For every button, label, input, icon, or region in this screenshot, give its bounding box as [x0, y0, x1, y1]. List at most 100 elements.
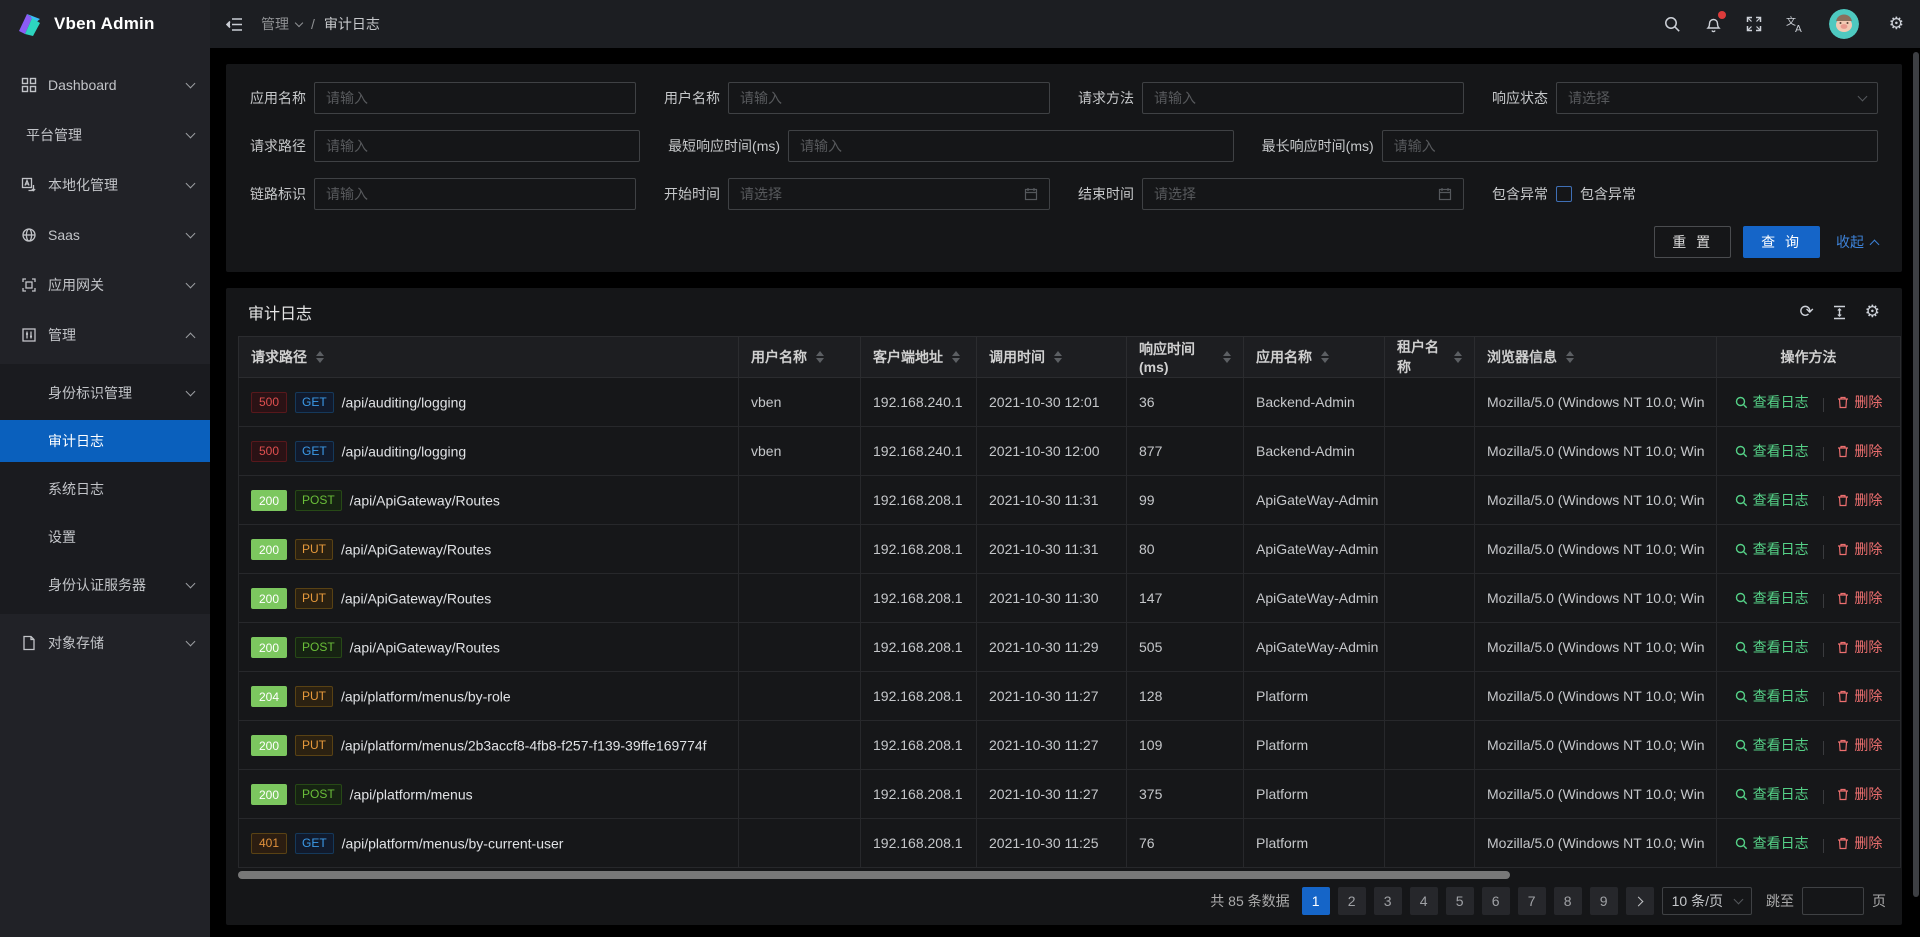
delete-button[interactable]: 删除 — [1837, 588, 1882, 608]
next-page-button[interactable] — [1626, 887, 1654, 915]
breadcrumb-section[interactable]: 管理 — [261, 14, 302, 34]
table-row: 200PUT/api/ApiGateway/Routes 192.168.208… — [239, 525, 1901, 574]
view-log-button[interactable]: 查看日志 — [1735, 588, 1809, 608]
collapse-sidebar-icon[interactable] — [226, 17, 243, 32]
max-response-time-input[interactable] — [1382, 130, 1878, 162]
cell-request-path: 401GET/api/platform/menus/by-current-use… — [239, 819, 739, 868]
view-log-button[interactable]: 查看日志 — [1735, 490, 1809, 510]
bell-icon[interactable] — [1705, 15, 1722, 33]
query-button[interactable]: 查 询 — [1743, 226, 1820, 258]
delete-button[interactable]: 删除 — [1837, 833, 1882, 853]
col-header-client-address[interactable]: 客户端地址 — [861, 337, 977, 378]
sidebar-item-system-log[interactable]: 系统日志 — [0, 468, 210, 510]
col-header-user-name[interactable]: 用户名称 — [739, 337, 861, 378]
column-settings-icon[interactable]: ⚙ — [1865, 304, 1880, 321]
collapse-form-link[interactable]: 收起 — [1836, 232, 1878, 252]
page-button-5[interactable]: 5 — [1446, 887, 1474, 915]
sidebar-item-saas[interactable]: Saas — [0, 214, 210, 256]
translate-icon[interactable]: 文 A — [1786, 16, 1805, 33]
trace-id-input[interactable] — [314, 178, 636, 210]
col-header-call-time[interactable]: 调用时间 — [977, 337, 1127, 378]
delete-button[interactable]: 删除 — [1837, 441, 1882, 461]
logo[interactable]: Vben Admin — [0, 0, 210, 48]
page-button-9[interactable]: 9 — [1590, 887, 1618, 915]
sidebar-item-identity-server[interactable]: 身份认证服务器 — [0, 564, 210, 606]
method-badge: PUT — [295, 735, 333, 756]
action-divider — [1823, 545, 1824, 559]
page-button-7[interactable]: 7 — [1518, 887, 1546, 915]
view-log-button[interactable]: 查看日志 — [1735, 784, 1809, 804]
cell-duration: 76 — [1127, 819, 1244, 868]
reset-button[interactable]: 重 置 — [1654, 226, 1731, 258]
horizontal-scrollbar-thumb[interactable] — [238, 871, 1510, 879]
page-button-2[interactable]: 2 — [1338, 887, 1366, 915]
col-header-tenant-name[interactable]: 租户名称 — [1385, 337, 1475, 378]
gear-icon[interactable]: ⚙ — [1889, 16, 1904, 33]
sidebar-item-identity-management[interactable]: 身份标识管理 — [0, 372, 210, 414]
avatar[interactable] — [1829, 9, 1859, 39]
page-button-8[interactable]: 8 — [1554, 887, 1582, 915]
cell-duration: 375 — [1127, 770, 1244, 819]
col-header-browser-info[interactable]: 浏览器信息 — [1475, 337, 1717, 378]
sort-icon[interactable] — [952, 351, 960, 363]
page-size-select[interactable]: 10 条/页 — [1662, 887, 1752, 915]
sidebar-item-audit-log[interactable]: 审计日志 — [0, 420, 210, 462]
vertical-scrollbar-thumb[interactable] — [1913, 52, 1919, 897]
view-log-button[interactable]: 查看日志 — [1735, 637, 1809, 657]
sort-icon[interactable] — [1321, 351, 1329, 363]
min-response-time-input[interactable] — [788, 130, 1234, 162]
col-header-request-path[interactable]: 请求路径 — [239, 337, 739, 378]
delete-button[interactable]: 删除 — [1837, 490, 1882, 510]
sidebar-item-dashboard[interactable]: Dashboard — [0, 64, 210, 106]
cell-request-path: 500GET/api/auditing/logging — [239, 378, 739, 427]
delete-button[interactable]: 删除 — [1837, 784, 1882, 804]
col-header-app-name[interactable]: 应用名称 — [1244, 337, 1385, 378]
app-name-input[interactable] — [314, 82, 636, 114]
view-log-button[interactable]: 查看日志 — [1735, 833, 1809, 853]
include-exception-checkbox[interactable] — [1556, 186, 1572, 202]
sidebar-item-platform[interactable]: 平台管理 — [0, 114, 210, 156]
sort-icon[interactable] — [816, 351, 824, 363]
sidebar-item-gateway[interactable]: 应用网关 — [0, 264, 210, 306]
view-log-button[interactable]: 查看日志 — [1735, 686, 1809, 706]
request-method-input[interactable] — [1142, 82, 1464, 114]
jump-to-page-input[interactable] — [1802, 887, 1864, 915]
sort-icon[interactable] — [1223, 351, 1231, 363]
page-button-3[interactable]: 3 — [1374, 887, 1402, 915]
sidebar-item-label: 管理 — [48, 325, 187, 345]
sidebar-item-management[interactable]: 管理 — [0, 314, 210, 356]
col-header-response-time[interactable]: 响应时间(ms) — [1127, 337, 1244, 378]
sort-icon[interactable] — [316, 351, 324, 363]
view-log-button[interactable]: 查看日志 — [1735, 735, 1809, 755]
delete-button[interactable]: 删除 — [1837, 686, 1882, 706]
delete-button[interactable]: 删除 — [1837, 539, 1882, 559]
delete-button[interactable]: 删除 — [1837, 735, 1882, 755]
request-path-input[interactable] — [314, 130, 640, 162]
end-time-picker[interactable]: 请选择 — [1142, 178, 1464, 210]
page-button-4[interactable]: 4 — [1410, 887, 1438, 915]
cell-time: 2021-10-30 11:29 — [977, 623, 1127, 672]
sidebar-item-label: 身份标识管理 — [48, 383, 187, 403]
cell-client: 192.168.208.1 — [861, 721, 977, 770]
page-button-6[interactable]: 6 — [1482, 887, 1510, 915]
view-log-button[interactable]: 查看日志 — [1735, 441, 1809, 461]
sidebar-item-object-storage[interactable]: 对象存储 — [0, 622, 210, 664]
row-height-icon[interactable] — [1832, 305, 1847, 320]
sort-icon[interactable] — [1454, 351, 1462, 363]
cell-time: 2021-10-30 11:27 — [977, 672, 1127, 721]
delete-button[interactable]: 删除 — [1837, 392, 1882, 412]
search-icon[interactable] — [1664, 16, 1681, 33]
sidebar-item-settings[interactable]: 设置 — [0, 516, 210, 558]
start-time-picker[interactable]: 请选择 — [728, 178, 1050, 210]
sidebar-item-localization[interactable]: 本地化管理 — [0, 164, 210, 206]
sort-icon[interactable] — [1566, 351, 1574, 363]
view-log-button[interactable]: 查看日志 — [1735, 539, 1809, 559]
fullscreen-icon[interactable] — [1746, 16, 1762, 32]
view-log-button[interactable]: 查看日志 — [1735, 392, 1809, 412]
response-status-select[interactable]: 请选择 — [1556, 82, 1878, 114]
page-button-1[interactable]: 1 — [1302, 887, 1330, 915]
delete-button[interactable]: 删除 — [1837, 637, 1882, 657]
sort-icon[interactable] — [1054, 351, 1062, 363]
user-name-input[interactable] — [728, 82, 1050, 114]
refresh-icon[interactable]: ⟳ — [1800, 304, 1814, 321]
